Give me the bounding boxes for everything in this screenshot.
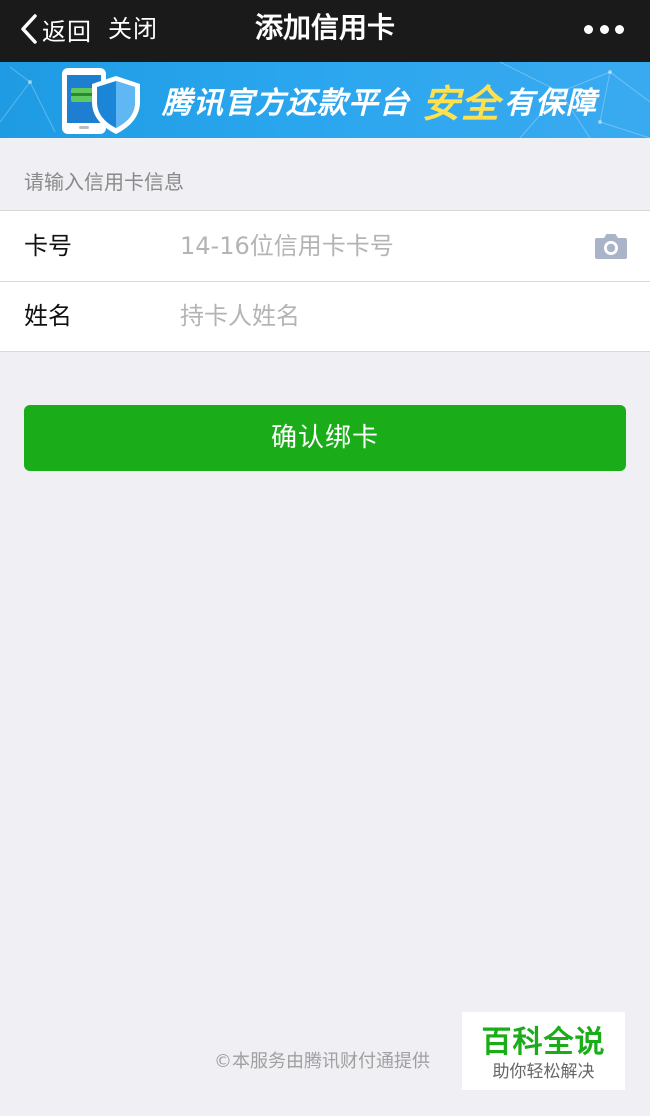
banner-slogan: 腾讯官方还款平台 安全 有保障 (162, 74, 597, 126)
more-menu-button[interactable] (584, 17, 624, 41)
more-dots-icon (599, 24, 609, 34)
card-number-row: 卡号 (0, 211, 650, 281)
camera-icon[interactable] (594, 232, 628, 260)
banner-text-highlight: 安全 (422, 81, 501, 126)
name-label: 姓名 (24, 302, 72, 330)
section-header: 请输入信用卡信息 (24, 170, 184, 194)
phone-shield-icon (62, 68, 140, 134)
footer-credit: ©本服务由腾讯财付通提供 (214, 1051, 430, 1072)
back-button[interactable]: 返回 (20, 12, 92, 46)
confirm-bind-card-button[interactable]: 确认绑卡 (24, 405, 626, 471)
watermark-logo: 百科全说 助你轻松解决 (462, 1012, 625, 1090)
close-button[interactable]: 关闭 (108, 12, 158, 46)
more-dots-icon (584, 24, 593, 34)
name-row: 姓名 (0, 281, 650, 351)
page-title: 添加信用卡 (254, 11, 395, 44)
watermark-title: 百科全说 (481, 1025, 606, 1060)
card-number-label: 卡号 (24, 232, 72, 260)
cardholder-name-input[interactable] (180, 298, 580, 334)
navigation-bar: 返回 关闭 添加信用卡 (0, 0, 650, 62)
card-number-input[interactable] (180, 228, 580, 264)
more-dots-icon (615, 24, 624, 34)
chevron-left-icon (21, 14, 37, 44)
promo-banner[interactable]: 腾讯官方还款平台 安全 有保障 (0, 62, 650, 138)
banner-text-left: 腾讯官方还款平台 (162, 86, 410, 121)
watermark-subtitle: 助你轻松解决 (492, 1062, 595, 1082)
back-label: 返回 (42, 17, 92, 46)
credit-card-form: 卡号 姓名 (0, 210, 650, 352)
banner-text-right: 有保障 (504, 86, 598, 121)
